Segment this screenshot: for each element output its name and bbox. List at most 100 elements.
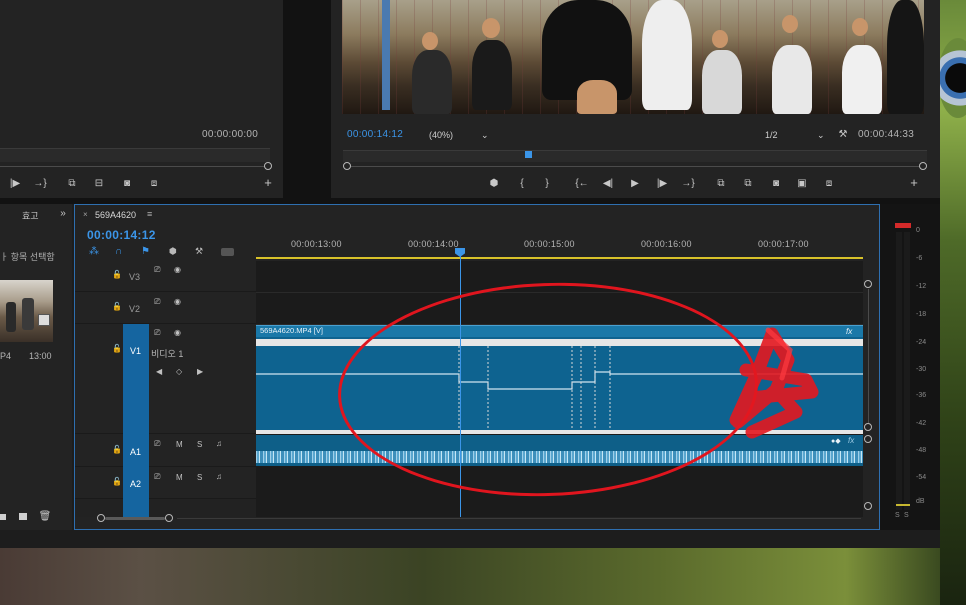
trash-icon[interactable]: 🗑	[38, 511, 52, 523]
meter-scale-label: -48	[916, 447, 927, 454]
vertical-scroll-a[interactable]	[864, 435, 872, 443]
step-forward-icon[interactable]: |▶	[655, 178, 669, 190]
timeline-current-timecode[interactable]: 00:00:14:12	[87, 228, 156, 242]
play-icon[interactable]: ▶	[628, 178, 642, 190]
mute-button[interactable]: M	[176, 473, 183, 482]
mic-icon[interactable]: ♫	[216, 439, 222, 448]
clip-thumbnail[interactable]	[0, 280, 53, 342]
timeline-ruler[interactable]: 00:00:13:00 00:00:14:00 00:00:15:00 00:0…	[256, 233, 863, 259]
lift-icon[interactable]: ⧉	[714, 178, 728, 190]
program-scroll-start[interactable]	[343, 162, 351, 170]
track-label-v1[interactable]: V1	[130, 346, 141, 356]
linked-selection-icon[interactable]: ⚑	[141, 246, 150, 257]
add-marker-icon[interactable]: ⬢	[487, 178, 501, 190]
export-frame-icon[interactable]: ◙	[120, 178, 134, 190]
timeline-h-scrollbar[interactable]	[177, 518, 861, 519]
add-marker-icon[interactable]: ⬢	[169, 246, 177, 257]
add-button-icon[interactable]: +	[261, 176, 275, 189]
insert-icon[interactable]: ⧉	[65, 178, 79, 190]
next-keyframe-icon[interactable]: ▶	[197, 367, 203, 376]
program-zoom-select[interactable]: (40%) ⌄	[429, 130, 491, 142]
extract-icon[interactable]: ⧉	[741, 178, 755, 190]
comparison-view-icon[interactable]: ▣	[795, 178, 809, 190]
captions-icon[interactable]	[221, 248, 234, 256]
source-scroll-handle[interactable]	[264, 162, 272, 170]
sync-lock-icon[interactable]: ⎚	[154, 439, 160, 449]
timeline-zoom-end[interactable]	[165, 514, 173, 522]
work-area-bar[interactable]	[256, 257, 863, 259]
track-name-v1[interactable]: 비디오 1	[151, 347, 183, 360]
a3-source-patch[interactable]	[123, 499, 149, 517]
solo-button[interactable]: S	[197, 473, 202, 482]
sync-lock-icon[interactable]: ⎚	[154, 265, 160, 275]
sequence-menu-icon[interactable]: ≡	[147, 209, 152, 219]
v1-source-patch[interactable]	[123, 324, 149, 434]
tab-effects[interactable]: 효고	[22, 209, 39, 222]
eye-icon[interactable]: ◉	[174, 328, 181, 337]
eye-icon[interactable]: ◉	[174, 265, 181, 274]
track-label-v3[interactable]: V3	[129, 272, 140, 282]
overwrite-icon[interactable]: ⊟	[92, 178, 106, 190]
snap-magnet-icon[interactable]: ∩	[115, 246, 122, 257]
new-item-icon[interactable]	[19, 513, 27, 520]
vertical-scroll-top[interactable]	[864, 280, 872, 288]
step-forward-icon[interactable]: |▶	[8, 178, 22, 190]
panel-overflow-icon[interactable]: »	[56, 208, 70, 220]
track-label-a1[interactable]: A1	[130, 447, 141, 457]
timeline-zoom-start[interactable]	[97, 514, 105, 522]
program-ruler[interactable]	[343, 150, 927, 162]
program-scrollbar[interactable]	[351, 166, 921, 167]
audio-fx-badge[interactable]: fx	[848, 436, 854, 445]
sequence-tab[interactable]: 569A4620	[95, 210, 136, 220]
nest-icon[interactable]: ⁂	[89, 246, 99, 257]
program-resolution-select[interactable]: 1/2 ⌄	[765, 130, 829, 142]
program-video-frame[interactable]	[342, 0, 924, 114]
program-playhead[interactable]	[525, 151, 532, 158]
sync-lock-icon[interactable]: ⎚	[154, 472, 160, 482]
lock-icon[interactable]: 🔓	[112, 445, 122, 454]
go-to-in-icon[interactable]: {←	[575, 178, 589, 190]
track-label-a2[interactable]: A2	[130, 479, 141, 489]
settings-wrench-icon[interactable]: ⚒	[836, 129, 850, 141]
add-button-icon[interactable]: +	[907, 176, 921, 189]
source-ruler[interactable]	[0, 148, 270, 162]
meter-scale-label: dB	[916, 498, 925, 505]
track-header-v1: 🔓 V1 ⎚ ◉ 비디오 1 ◀ ◇ ▶	[75, 324, 256, 434]
timeline-settings-icon[interactable]: ⚒	[195, 246, 203, 257]
lock-icon[interactable]: 🔓	[112, 477, 122, 486]
mark-in-icon[interactable]: {	[515, 178, 529, 190]
program-current-timecode[interactable]: 00:00:14:12	[347, 129, 403, 140]
new-bin-icon[interactable]	[0, 514, 6, 520]
button-editor-icon[interactable]: ⧈	[822, 178, 836, 190]
lock-icon[interactable]: 🔓	[112, 270, 122, 279]
sync-lock-icon[interactable]: ⎚	[154, 297, 160, 307]
lock-icon[interactable]: 🔓	[112, 344, 122, 353]
program-scroll-end[interactable]	[919, 162, 927, 170]
solo-right-button[interactable]: S	[904, 512, 909, 519]
mic-icon[interactable]: ♫	[216, 472, 222, 481]
clip-indicator[interactable]	[895, 223, 911, 228]
close-sequence-icon[interactable]: ×	[83, 210, 88, 219]
step-back-icon[interactable]: ◀|	[601, 178, 615, 190]
prev-keyframe-icon[interactable]: ◀	[156, 367, 162, 376]
vertical-scroll-mid[interactable]	[864, 423, 872, 431]
go-to-out-icon[interactable]: →}	[681, 178, 695, 190]
sync-lock-icon[interactable]: ⎚	[154, 328, 160, 338]
button-editor-icon[interactable]: ⧈	[147, 178, 161, 190]
timeline-zoom-bar[interactable]	[105, 517, 165, 520]
track-header-a1: 🔓 A1 ⎚ M S ♫	[75, 434, 256, 467]
mark-out-icon[interactable]: }	[540, 178, 554, 190]
go-to-out-icon[interactable]: →}	[33, 178, 47, 190]
clip-fx-badge[interactable]: fx	[846, 327, 852, 336]
mute-button[interactable]: M	[176, 440, 183, 449]
export-frame-icon[interactable]: ◙	[769, 178, 783, 190]
solo-button[interactable]: S	[197, 440, 202, 449]
solo-left-button[interactable]: S	[895, 512, 900, 519]
track-label-v2[interactable]: V2	[129, 304, 140, 314]
vertical-scroll-bottom[interactable]	[864, 502, 872, 510]
add-keyframe-icon[interactable]: ◇	[176, 367, 182, 376]
lock-icon[interactable]: 🔓	[112, 302, 122, 311]
source-scrollbar[interactable]	[0, 166, 266, 167]
eye-icon[interactable]: ◉	[174, 297, 181, 306]
vertical-scrollbar[interactable]	[868, 289, 869, 423]
